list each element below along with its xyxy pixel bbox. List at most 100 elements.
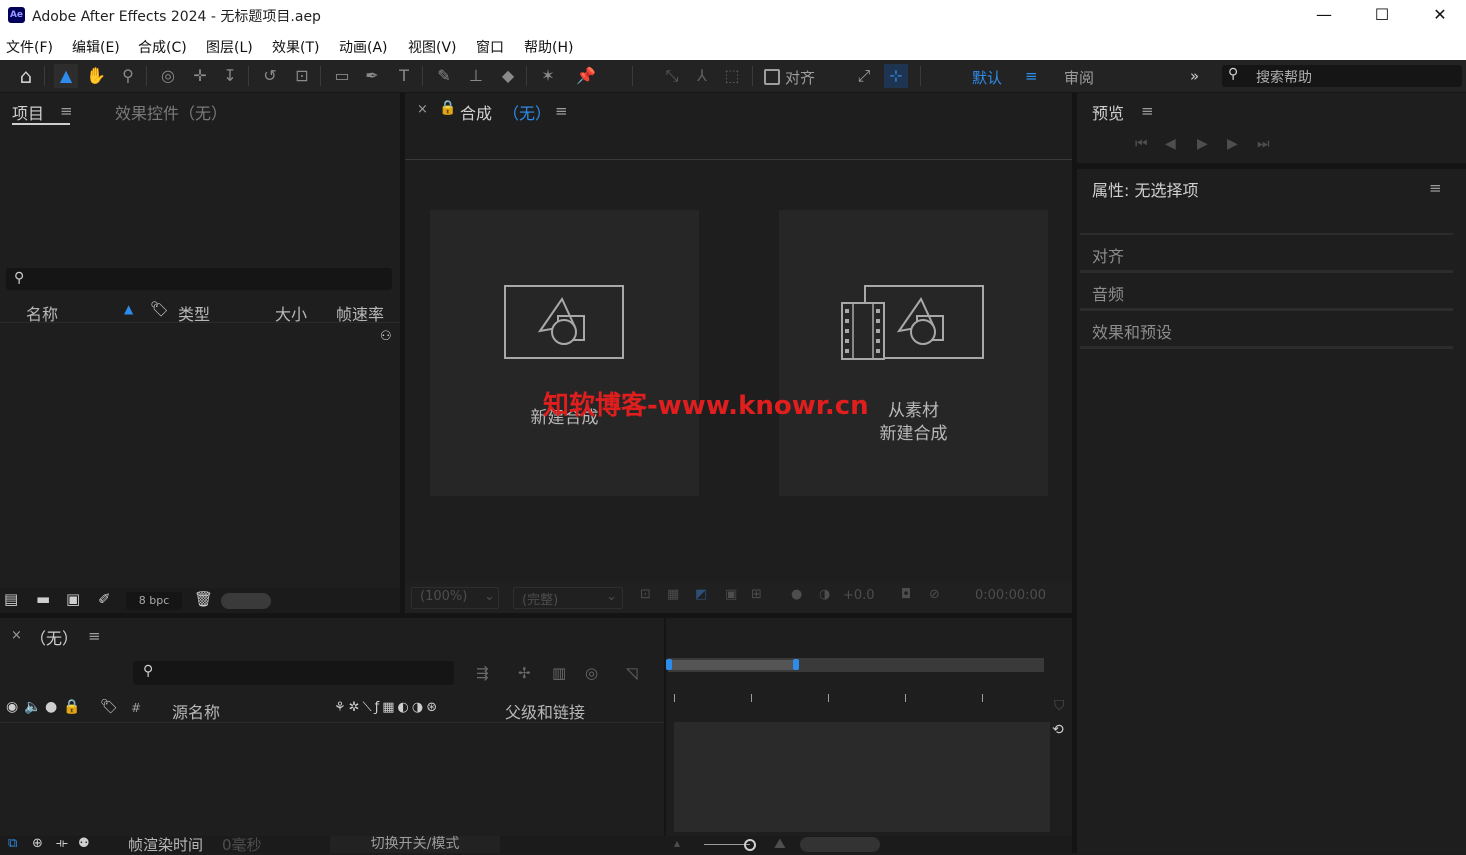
menu-animation[interactable]: 动画(A) — [339, 37, 388, 57]
panel-section-effects-presets[interactable]: 效果和预设 — [1092, 319, 1172, 343]
puppet-pin-tool-icon[interactable]: 📌 — [574, 64, 598, 88]
rectangle-tool-icon[interactable]: ▭ — [330, 64, 354, 88]
brush-tool-icon[interactable]: ✎ — [432, 64, 456, 88]
chevron-double-right-icon[interactable]: » — [1190, 67, 1199, 85]
time-ruler[interactable] — [668, 684, 1048, 714]
grid-guides-icon[interactable]: ⊞ — [751, 587, 762, 602]
comp-mini-flowchart-icon[interactable]: ⇶ — [476, 664, 489, 682]
interpret-footage-icon[interactable]: ▤ — [4, 590, 18, 608]
lock-icon[interactable]: 🔒 — [63, 699, 80, 715]
navigator-range[interactable] — [668, 660, 796, 670]
column-size[interactable]: 大小 — [275, 301, 307, 325]
project-search-input[interactable]: ⚲ — [6, 268, 392, 290]
close-window-button[interactable]: ✕ — [1411, 0, 1466, 32]
workspace-review[interactable]: 审阅 — [1064, 67, 1094, 88]
selection-tool-icon[interactable]: ▲ — [54, 64, 78, 88]
tab-project[interactable]: 项目 — [12, 100, 44, 124]
menu-composition[interactable]: 合成(C) — [138, 37, 187, 57]
snap-grid-icon[interactable]: ⊹ — [884, 64, 908, 88]
label-tag-icon[interactable]: 🏷 — [100, 699, 118, 715]
region-of-interest-icon[interactable]: ▣ — [725, 587, 737, 602]
timeline-zoom-handle[interactable] — [744, 839, 756, 851]
navigator-end-handle[interactable] — [793, 659, 799, 670]
bit-depth-button[interactable]: 8 bpc — [126, 592, 182, 610]
menu-window[interactable]: 窗口 — [476, 37, 504, 57]
first-frame-icon[interactable]: ⏮ — [1135, 136, 1148, 152]
zoom-dropdown[interactable]: (100%) ⌄ — [411, 587, 499, 609]
column-type[interactable]: 类型 — [178, 301, 210, 325]
snapping-checkbox[interactable] — [764, 69, 780, 85]
navigator-start-handle[interactable] — [666, 659, 672, 670]
menu-layer[interactable]: 图层(L) — [206, 37, 253, 57]
toggle-switches-modes-button[interactable]: 切换开关/模式 — [330, 836, 500, 853]
audio-icon[interactable]: 🔈 — [24, 699, 41, 715]
new-composition-icon[interactable]: ▣ — [66, 590, 80, 608]
current-timecode[interactable]: 0:00:00:00 — [975, 588, 1046, 603]
zoom-in-icon[interactable]: ⛰ — [774, 836, 786, 852]
type-tool-icon[interactable]: T — [392, 64, 416, 88]
maximize-button[interactable]: ☐ — [1353, 0, 1411, 32]
adjust-settings-icon[interactable]: ✐ — [98, 590, 111, 608]
rotate-tool-icon[interactable]: ↺ — [258, 64, 282, 88]
zoom-out-icon[interactable]: ▴ — [674, 836, 680, 850]
new-comp-from-footage-card[interactable]: 从素材 新建合成 — [779, 210, 1048, 496]
pen-tool-icon[interactable]: ✒ — [360, 64, 384, 88]
comp-marker-bin-icon[interactable]: ⛉ — [1054, 698, 1065, 714]
exposure-value[interactable]: +0.0 — [843, 588, 875, 603]
timeline-track-area[interactable] — [674, 722, 1050, 832]
workspace-menu-icon[interactable]: ≡ — [1025, 67, 1038, 85]
in-out-toggle-icon[interactable]: ⟛ — [56, 836, 68, 851]
zoom-tool-icon[interactable]: ⚲ — [116, 64, 140, 88]
snap-expand-icon[interactable]: ⤢ — [852, 64, 876, 88]
channel-rgb-icon[interactable]: ● — [791, 587, 802, 602]
local-axis-icon[interactable]: ⤡ — [660, 64, 684, 88]
lock-icon[interactable]: 🔒 — [439, 100, 456, 116]
hide-shy-layers-icon[interactable]: ▥ — [552, 664, 566, 682]
timeline-panel-menu-icon[interactable]: ≡ — [88, 627, 101, 645]
world-axis-icon[interactable]: ⅄ — [690, 64, 714, 88]
transparency-grid-icon[interactable]: ▦ — [667, 587, 679, 602]
motion-blur-icon[interactable]: ◹ — [626, 664, 638, 682]
thumbnail-slider[interactable] — [221, 593, 271, 609]
column-source-name[interactable]: 源名称 — [172, 699, 220, 723]
layer-switches-toggle-icon[interactable]: ⧉ — [8, 836, 17, 851]
search-help-field[interactable]: ⚲ 搜索帮助 — [1222, 65, 1462, 87]
menu-edit[interactable]: 编辑(E) — [72, 37, 120, 57]
sort-ascending-icon[interactable]: ▲ — [124, 302, 133, 316]
view-axis-icon[interactable]: ⬚ — [720, 64, 744, 88]
eye-icon[interactable]: ◉ — [6, 699, 18, 715]
close-tab-icon[interactable]: × — [11, 628, 22, 643]
show-snapshot-icon[interactable]: ⊘ — [929, 587, 940, 602]
close-tab-icon[interactable]: × — [417, 102, 428, 117]
timeline-scrollbar[interactable] — [800, 837, 880, 852]
comp-button-icon[interactable]: ⟲ — [1052, 722, 1064, 738]
minimize-button[interactable]: — — [1295, 0, 1353, 32]
tab-composition-none[interactable]: （无） — [503, 100, 551, 124]
new-folder-icon[interactable]: ▬ — [36, 590, 50, 608]
column-name[interactable]: 名称 — [26, 301, 58, 325]
composition-panel-menu-icon[interactable]: ≡ — [555, 102, 568, 120]
next-frame-icon[interactable]: ▶ — [1227, 136, 1238, 152]
play-icon[interactable]: ▶ — [1197, 136, 1208, 152]
pan-behind-tool-icon[interactable]: ⊡ — [290, 64, 314, 88]
dolly-camera-icon[interactable]: ↧ — [218, 64, 242, 88]
reset-exposure-icon[interactable]: ◑ — [819, 587, 830, 602]
mask-visibility-icon[interactable]: ◩ — [695, 587, 707, 602]
layer-switches-icons[interactable]: ⚘✲⟍ƒ▦◐◑⊛ — [334, 700, 440, 715]
pan-camera-icon[interactable]: ✛ — [188, 64, 212, 88]
project-panel-menu-icon[interactable]: ≡ — [60, 102, 73, 120]
camera-snapshot-icon[interactable]: ◘ — [901, 587, 911, 602]
transfer-controls-toggle-icon[interactable]: ⊕ — [32, 836, 43, 851]
column-frame-rate[interactable]: 帧速率 — [336, 301, 384, 325]
frame-blending-icon[interactable]: ◎ — [585, 664, 598, 682]
menu-file[interactable]: 文件(F) — [6, 37, 53, 57]
clone-stamp-tool-icon[interactable]: ⊥ — [464, 64, 488, 88]
new-composition-card[interactable]: 新建合成 — [430, 210, 699, 496]
menu-help[interactable]: 帮助(H) — [524, 37, 573, 57]
tab-effect-controls[interactable]: 效果控件（无） — [115, 100, 227, 124]
panel-section-align[interactable]: 对齐 — [1092, 243, 1124, 267]
previous-frame-icon[interactable]: ◀ — [1165, 136, 1176, 152]
resolution-dropdown[interactable]: (完整) ⌄ — [513, 587, 623, 609]
time-navigator[interactable] — [666, 658, 1044, 672]
menu-effect[interactable]: 效果(T) — [272, 37, 319, 57]
